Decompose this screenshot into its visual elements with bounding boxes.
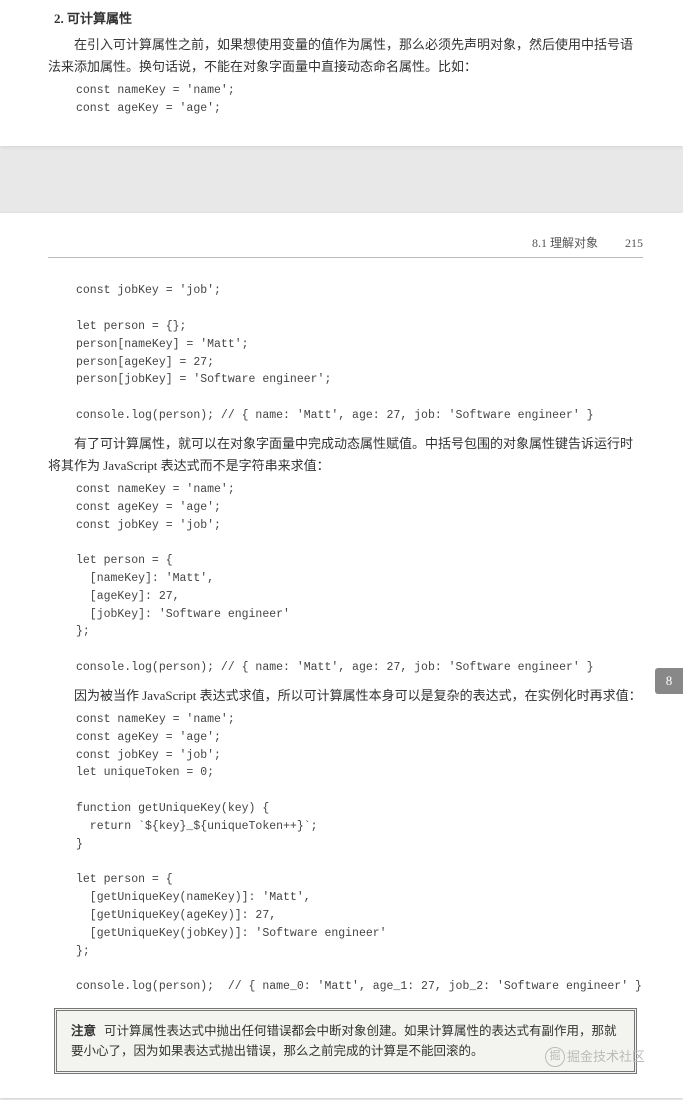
header-page-number: 215 — [625, 236, 643, 250]
book-page-1: 2. 可计算属性 在引入可计算属性之前，如果想使用变量的值作为属性，那么必须先声… — [0, 0, 683, 146]
section-heading: 2. 可计算属性 — [54, 8, 643, 30]
code-block: const nameKey = 'name'; const ageKey = '… — [76, 481, 643, 677]
note-text: 可计算属性表达式中抛出任何错误都会中断对象创建。如果计算属性的表达式有副作用，那… — [71, 1024, 617, 1058]
book-page-2: 8.1 理解对象 215 const jobKey = 'job'; let p… — [0, 213, 683, 1098]
paragraph: 因为被当作 JavaScript 表达式求值，所以可计算属性本身可以是复杂的表达… — [48, 685, 643, 707]
code-block: const nameKey = 'name'; const ageKey = '… — [76, 82, 643, 118]
paragraph: 在引入可计算属性之前，如果想使用变量的值作为属性，那么必须先声明对象，然后使用中… — [48, 34, 643, 78]
note-label: 注意 — [71, 1024, 96, 1038]
header-section: 8.1 理解对象 — [532, 236, 598, 250]
code-block: const nameKey = 'name'; const ageKey = '… — [76, 711, 643, 996]
chapter-tab: 8 — [655, 668, 683, 694]
note-box: 注意可计算属性表达式中抛出任何错误都会中断对象创建。如果计算属性的表达式有副作用… — [54, 1008, 637, 1074]
page-gap — [0, 148, 683, 213]
paragraph: 有了可计算属性，就可以在对象字面量中完成动态属性赋值。中括号包围的对象属性键告诉… — [48, 433, 643, 477]
page-header: 8.1 理解对象 215 — [48, 233, 643, 258]
code-block: const jobKey = 'job'; let person = {}; p… — [76, 282, 643, 425]
